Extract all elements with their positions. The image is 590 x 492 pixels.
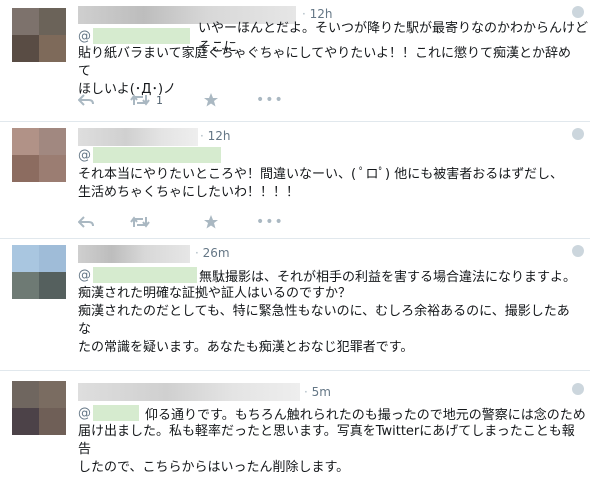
star-icon[interactable] — [204, 93, 256, 107]
tweet-text-first-line: 仰る通りです。もちろん触れられたのも撮ったので地元の警察には念のため — [145, 407, 586, 423]
retweet-icon[interactable] — [130, 216, 204, 228]
timestamp[interactable]: · 12h — [200, 129, 231, 143]
mention-at: @ — [78, 405, 91, 421]
mention-at: @ — [78, 267, 91, 283]
mention-handle[interactable] — [93, 28, 190, 44]
mention-handle[interactable] — [93, 267, 197, 283]
tweet-text: 痴漢された明確な証拠や証人はいるのですか？ 痴漢されたのだとしても、特に緊急性も… — [78, 286, 570, 355]
mention[interactable]: @ 無駄撮影は、それが相手の利益を害する場合違法になりますよ。 — [78, 266, 577, 285]
globe-icon — [572, 383, 584, 395]
avatar[interactable] — [12, 8, 66, 62]
tweet[interactable]: · 26m @ 無駄撮影は、それが相手の利益を害する場合違法になりますよ。 痴漢… — [0, 238, 590, 370]
mention[interactable]: @ — [78, 146, 221, 164]
tweet[interactable]: · 12h @ いやーほんとだよ。そいつが降りた駅が最寄りなのかわからんけどそこ… — [0, 0, 590, 121]
tweet[interactable]: · 5m @ 仰る通りです。もちろん触れられたのも撮ったので地元の警察には念のた… — [0, 370, 590, 492]
tweet-text: 届け出ました。私も軽率だったと思います。写真をTwitterにあげてしまったこと… — [78, 424, 575, 475]
globe-icon — [572, 245, 584, 257]
reply-icon[interactable] — [78, 94, 130, 106]
more-dots-icon[interactable]: ••• — [256, 92, 284, 108]
author-name[interactable] — [78, 128, 198, 146]
star-icon[interactable] — [204, 215, 256, 229]
mention-handle[interactable] — [93, 147, 221, 163]
mention-handle[interactable] — [93, 405, 139, 421]
more-dots-icon[interactable]: ••• — [256, 214, 284, 230]
mention[interactable]: @ 仰る通りです。もちろん触れられたのも撮ったので地元の警察には念のため — [78, 404, 586, 423]
tweet[interactable]: · 12h @ それ本当にやりたいところや！間違いなーい、( ﾟロﾟ) 他にも被… — [0, 121, 590, 238]
timestamp[interactable]: · 26m — [195, 246, 230, 260]
author-name[interactable] — [78, 245, 190, 263]
mention-at: @ — [78, 147, 91, 163]
timestamp[interactable]: · 5m — [304, 385, 331, 399]
retweet-icon — [130, 94, 150, 106]
mention-at: @ — [78, 28, 91, 44]
tweet-text-first-line: 無駄撮影は、それが相手の利益を害する場合違法になりますよ。 — [199, 269, 577, 285]
author-name[interactable] — [78, 383, 300, 401]
reply-icon[interactable] — [78, 216, 130, 228]
tweet-feed: · 12h @ いやーほんとだよ。そいつが降りた駅が最寄りなのかわからんけどそこ… — [0, 0, 590, 492]
tweet-actions: ••• — [78, 213, 284, 231]
avatar[interactable] — [12, 381, 66, 435]
tweet-actions: 1 ••• — [78, 91, 284, 109]
avatar[interactable] — [12, 128, 66, 182]
avatar[interactable] — [12, 245, 66, 299]
retweet-button[interactable]: 1 — [130, 94, 204, 107]
retweet-count: 1 — [156, 93, 163, 107]
tweet-text: それ本当にやりたいところや！間違いなーい、( ﾟロﾟ) 他にも被害者おるはずだし… — [78, 167, 564, 200]
mention[interactable]: @ いやーほんとだよ。そいつが降りた駅が最寄りなのかわからんけどそこに — [78, 21, 590, 55]
globe-icon — [572, 128, 584, 140]
